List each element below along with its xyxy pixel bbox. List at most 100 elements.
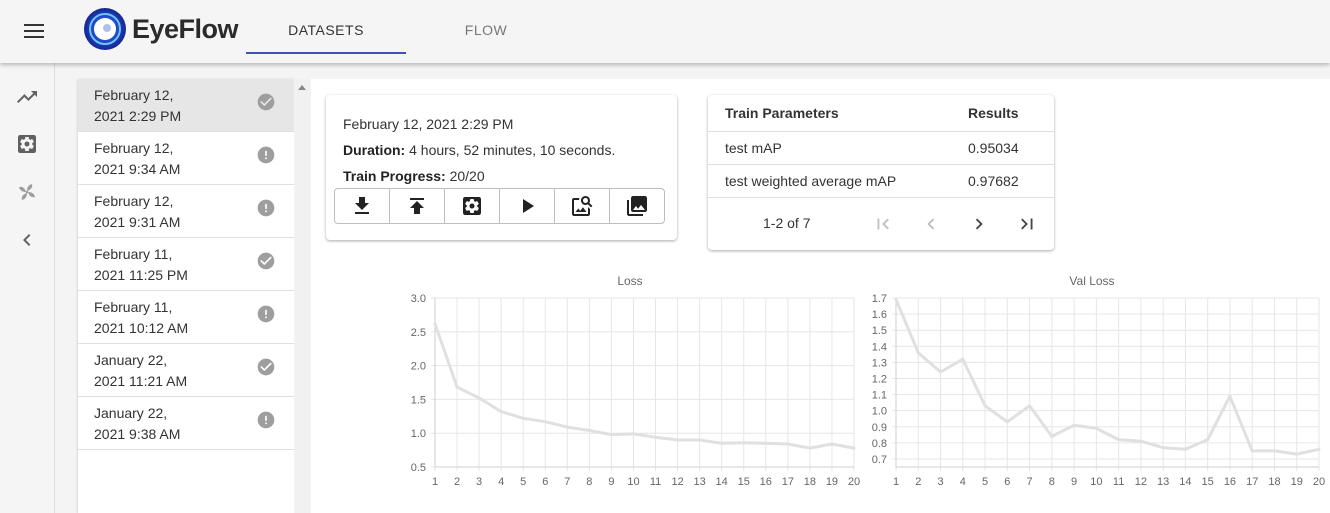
data-point [742, 441, 746, 445]
y-tick-label: 1.7 [872, 293, 887, 305]
series-line [433, 323, 855, 450]
y-tick-label: 2.5 [411, 327, 426, 339]
dataset-list-item[interactable]: February 11, 2021 10:12 AM [78, 291, 294, 344]
x-tick-label: 17 [782, 476, 794, 488]
data-point [455, 385, 459, 389]
dataset-list-item[interactable]: February 11, 2021 11:25 PM [78, 238, 294, 291]
y-tick-label: 1.4 [872, 341, 887, 353]
data-point [894, 298, 898, 302]
dataset-date-line1: January 22, [94, 352, 168, 368]
check-circle-icon [257, 93, 275, 111]
x-tick-label: 5 [520, 476, 526, 488]
dataset-date-line2: 2021 9:31 AM [94, 214, 181, 230]
x-tick-label: 13 [1157, 476, 1169, 488]
y-tick-label: 1.3 [872, 357, 887, 369]
menu-icon-line [24, 30, 44, 32]
data-point [830, 442, 834, 446]
data-point [939, 370, 943, 374]
x-tick-label: 11 [650, 476, 661, 488]
x-tick-label: 14 [716, 476, 728, 488]
y-tick-label: 1.5 [872, 325, 887, 337]
dataset-list-item[interactable]: February 12, 2021 2:29 PM [78, 79, 294, 132]
x-tick-label: 15 [1202, 476, 1214, 488]
y-tick-label: 2.0 [411, 361, 426, 373]
x-tick-label: 16 [1224, 476, 1236, 488]
tab-flow[interactable]: FLOW [406, 0, 566, 55]
x-tick-label: 18 [804, 476, 816, 488]
dataset-date-line2: 2021 10:12 AM [94, 320, 189, 336]
app-name: EyeFlow [132, 13, 239, 44]
x-tick-label: 1 [432, 476, 438, 488]
data-point [1028, 404, 1032, 408]
data-point [543, 420, 547, 424]
x-tick-label: 6 [1004, 476, 1010, 488]
dataset-list: February 12, 2021 2:29 PM February 12, 2021… [78, 79, 294, 513]
dataset-date: February 11, 2021 10:12 AM [94, 297, 254, 339]
dataset-list-item[interactable]: January 22, 2021 9:38 AM [78, 397, 294, 450]
x-tick-label: 20 [1313, 476, 1325, 488]
chevron-left-icon[interactable] [15, 228, 39, 252]
dataset-date-line2: 2021 2:29 PM [94, 108, 182, 124]
y-tick-label: 0.8 [872, 438, 887, 450]
app-logo[interactable]: EyeFlow [83, 6, 239, 52]
y-tick-label: 3.0 [411, 293, 426, 305]
x-tick-label: 20 [848, 476, 860, 488]
data-point [1161, 446, 1165, 450]
data-point [852, 446, 856, 450]
x-tick-label: 11 [1113, 476, 1124, 488]
data-point [1295, 452, 1299, 456]
scroll-up-arrow-icon[interactable] [298, 85, 306, 90]
data-point [676, 438, 680, 442]
dataset-date-line1: February 12, [94, 193, 174, 209]
data-point [786, 442, 790, 446]
dataset-date-line1: February 11, [94, 299, 173, 315]
check-circle-icon [257, 252, 275, 270]
y-tick-label: 0.5 [411, 462, 426, 474]
x-tick-label: 12 [1135, 476, 1147, 488]
data-point [565, 425, 569, 429]
x-tick-label: 4 [498, 476, 504, 488]
dataset-list-item[interactable]: February 12, 2021 9:34 AM [78, 132, 294, 185]
menu-icon [24, 24, 44, 26]
y-tick-label: 0.9 [872, 422, 887, 434]
x-tick-label: 19 [826, 476, 838, 488]
dataset-date: February 12, 2021 9:31 AM [94, 191, 254, 233]
x-tick-label: 7 [564, 476, 570, 488]
trending-up-icon[interactable] [15, 85, 39, 109]
x-tick-label: 10 [1090, 476, 1102, 488]
data-point [1228, 394, 1232, 398]
dataset-date-line2: 2021 11:21 AM [94, 373, 188, 389]
data-point [764, 441, 768, 445]
x-tick-label: 9 [1071, 476, 1077, 488]
y-tick-label: 1.0 [872, 406, 887, 418]
data-point [720, 441, 724, 445]
list-scrollbar[interactable] [294, 79, 310, 513]
x-tick-label: 8 [586, 476, 592, 488]
check-circle-icon [257, 358, 275, 376]
data-point [1094, 426, 1098, 430]
dataset-date: February 12, 2021 2:29 PM [94, 85, 254, 127]
chart-title: Loss [617, 274, 642, 288]
menu-button[interactable] [20, 20, 48, 44]
dataset-date-line2: 2021 9:38 AM [94, 426, 181, 442]
x-tick-label: 1 [893, 476, 899, 488]
dataset-list-item[interactable]: February 12, 2021 9:31 AM [78, 185, 294, 238]
y-tick-label: 1.0 [411, 428, 426, 440]
data-point [587, 428, 591, 432]
y-tick-label: 1.5 [411, 394, 426, 406]
data-point [808, 446, 812, 450]
y-tick-label: 1.6 [872, 309, 887, 321]
tab-datasets[interactable]: DATASETS [246, 0, 406, 55]
dataset-list-item[interactable]: January 22, 2021 11:21 AM [78, 344, 294, 397]
settings-chip-icon[interactable] [15, 132, 39, 156]
data-point [1250, 449, 1254, 453]
x-tick-label: 15 [738, 476, 750, 488]
pinwheel-icon[interactable] [15, 180, 39, 204]
x-tick-label: 10 [627, 476, 639, 488]
x-tick-label: 16 [760, 476, 772, 488]
x-tick-label: 7 [1027, 476, 1033, 488]
data-point [916, 351, 920, 355]
dataset-date-line1: February 12, [94, 87, 174, 103]
x-tick-label: 2 [915, 476, 921, 488]
data-point [983, 404, 987, 408]
